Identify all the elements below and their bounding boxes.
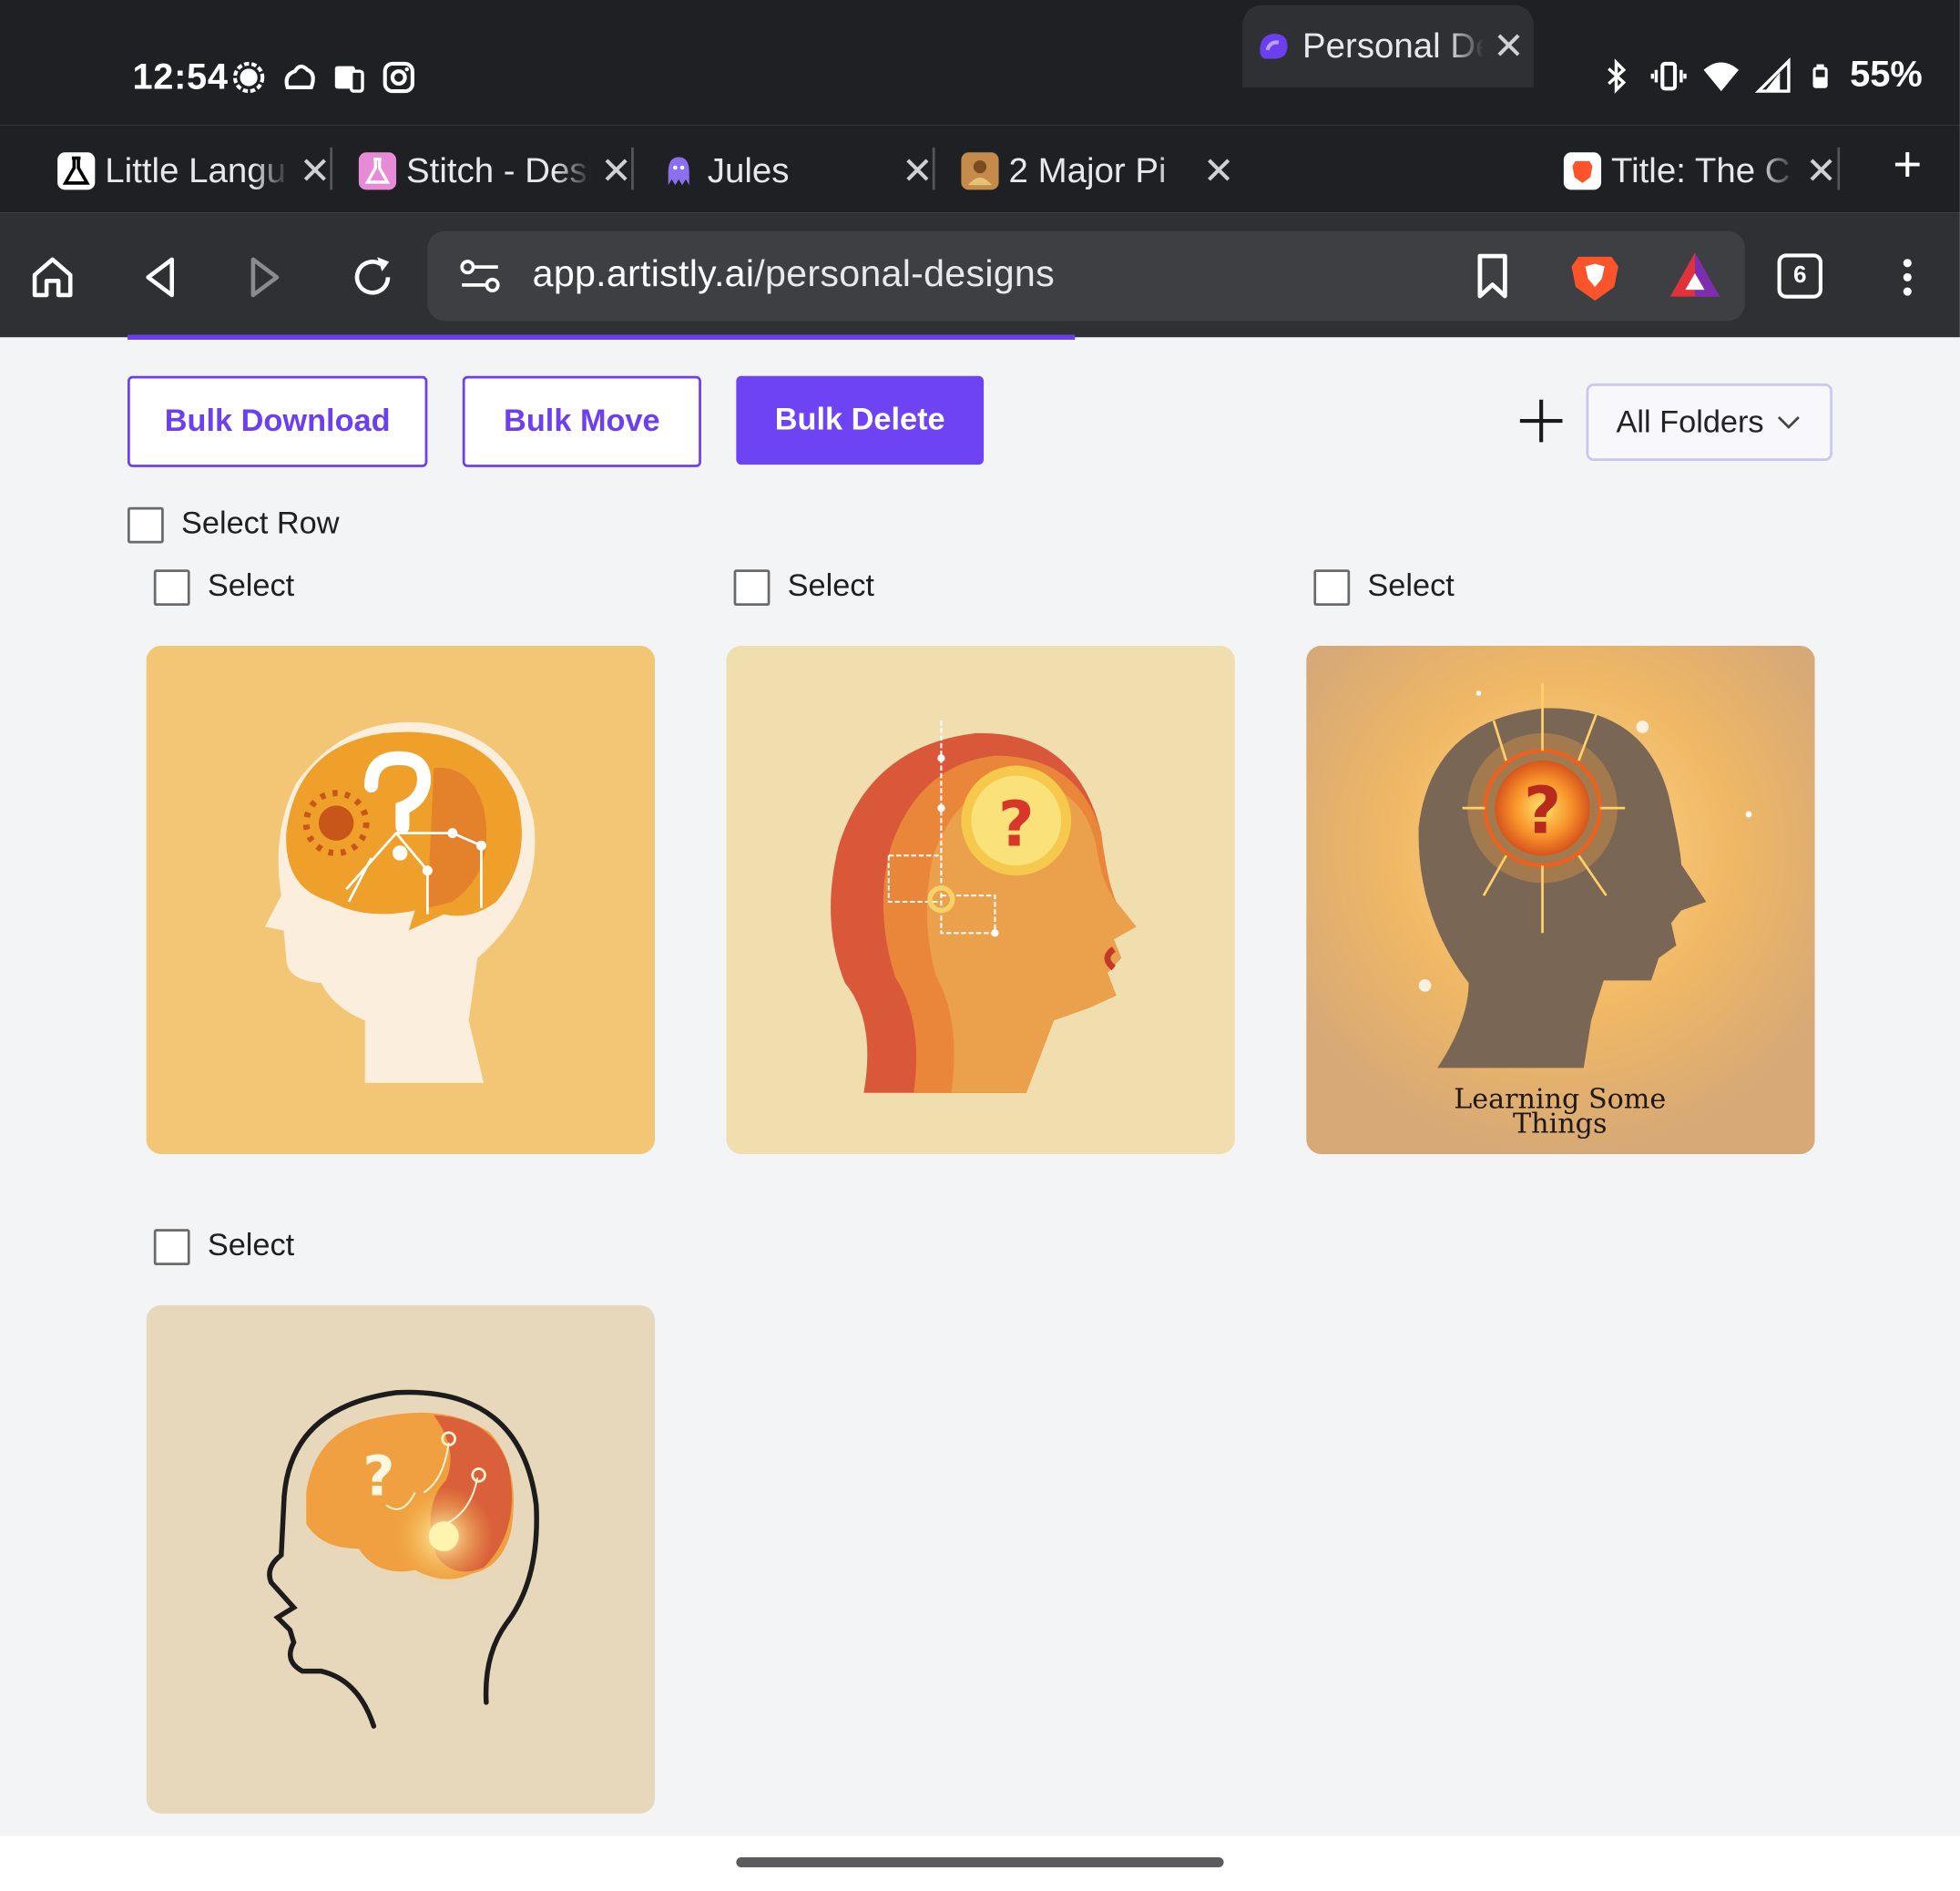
tab-personal-designs[interactable]: Personal De ✕ [1242,5,1534,87]
home-icon [32,257,73,298]
home-button[interactable] [25,250,79,304]
battery-icon [1812,63,1828,88]
stitch-icon [358,152,397,190]
bluetooth-icon [1608,57,1627,94]
status-bar: 12:54 55% [0,0,1960,126]
svg-text:?: ? [998,788,1035,861]
chevron-down-icon [1777,416,1800,429]
bulk-move-button[interactable]: Bulk Move [462,375,701,467]
address-bar[interactable]: app.artistly.ai/personal-designs [427,230,1745,322]
tab-stitch[interactable]: Stitch - Desi ✕ [346,130,641,212]
artistly-icon [1255,27,1292,65]
design-image: ? Learning Some Things [1306,645,1815,1154]
forward-button[interactable] [238,250,292,304]
vibrate-icon [1650,61,1687,90]
brave-page-icon [1563,152,1602,190]
tab-title: Stitch - Desi [406,150,592,190]
select-row-label: Select Row [180,506,340,541]
cloud-app-icon [284,64,315,90]
design-image [146,645,656,1154]
reload-icon [354,257,391,295]
devices-icon [334,66,364,93]
tab-switcher-button[interactable]: 6 [1777,253,1822,299]
select-design-checkbox[interactable] [153,1229,190,1266]
select-design-checkbox[interactable] [153,569,190,607]
design-image: ? [726,645,1235,1154]
browser-toolbar: app.artistly.ai/personal-designs 6 [0,212,1960,338]
tab-title: Jules [707,150,790,190]
tab-title-the[interactable]: Title: The C ✕ [1551,130,1846,212]
menu-button[interactable] [1880,250,1934,304]
svg-text:?: ? [362,1445,394,1508]
tab-title: 2 Major Pi [1008,150,1167,190]
bulk-download-button[interactable]: Bulk Download [127,375,428,467]
cell-signal-icon [1754,56,1791,93]
svg-text:?: ? [1524,773,1561,849]
octopus-icon [660,152,698,189]
avatar-icon [961,152,999,190]
reload-button[interactable] [345,250,400,304]
add-folder-icon[interactable] [1515,394,1567,447]
select-design-label: Select [207,1227,295,1263]
tab-title: Little Langu [105,150,287,190]
tab-title: Personal De [1302,26,1485,66]
tab-title: Title: The C [1611,150,1791,190]
close-tab-icon[interactable]: ✕ [1194,149,1244,193]
select-row-checkbox[interactable] [127,506,164,544]
page-load-progress [127,334,1076,340]
back-button[interactable] [132,250,187,304]
select-design-label: Select [787,567,874,604]
new-tab-button[interactable]: + [1883,140,1933,190]
home-indicator[interactable] [736,1856,1224,1867]
notification-icons [230,58,418,96]
screen: 12:54 55% Little Langu ✕ Stitch - Desi ✕… [0,0,1960,1891]
design-image: ? [146,1304,656,1814]
wifi-icon [1703,61,1739,91]
bulk-delete-button[interactable]: Bulk Delete [736,375,985,465]
status-time: 12:54 [132,57,229,97]
design-thumbnail[interactable]: ? Learning Some Things [1306,645,1815,1154]
folder-filter-dropdown[interactable]: All Folders [1586,383,1832,461]
design-thumbnail[interactable]: ? [146,1304,656,1814]
brave-rewards-icon[interactable] [1668,249,1722,303]
bookmark-icon[interactable] [1467,251,1517,302]
close-tab-icon[interactable]: ✕ [1484,25,1534,68]
back-icon [146,257,174,298]
design-thumbnail[interactable] [146,645,656,1154]
tab-jules[interactable]: Jules ✕ [648,130,943,212]
select-design-checkbox[interactable] [1313,569,1351,607]
system-icons: 55% [1598,55,1923,96]
select-design-checkbox[interactable] [733,569,771,607]
site-settings-icon[interactable] [457,253,502,298]
select-design-label: Select [1367,567,1455,604]
brave-shields-icon[interactable] [1567,249,1622,303]
select-design-label: Select [207,567,295,604]
signal-app-icon [232,61,265,94]
more-vert-icon [1903,259,1912,296]
tab-2-major[interactable]: 2 Major Pi ✕ [949,130,1244,212]
instagram-icon [383,61,414,94]
battery-percent: 55% [1850,55,1923,96]
tab-little-lang[interactable]: Little Langu ✕ [45,130,340,212]
forward-icon [250,257,280,298]
design-thumbnail[interactable]: ? [726,645,1235,1154]
flask-icon [57,152,96,190]
folder-filter-value: All Folders [1616,404,1764,439]
url-text: app.artistly.ai/personal-designs [532,253,1055,295]
design-caption-line2: Things [1513,1109,1607,1140]
